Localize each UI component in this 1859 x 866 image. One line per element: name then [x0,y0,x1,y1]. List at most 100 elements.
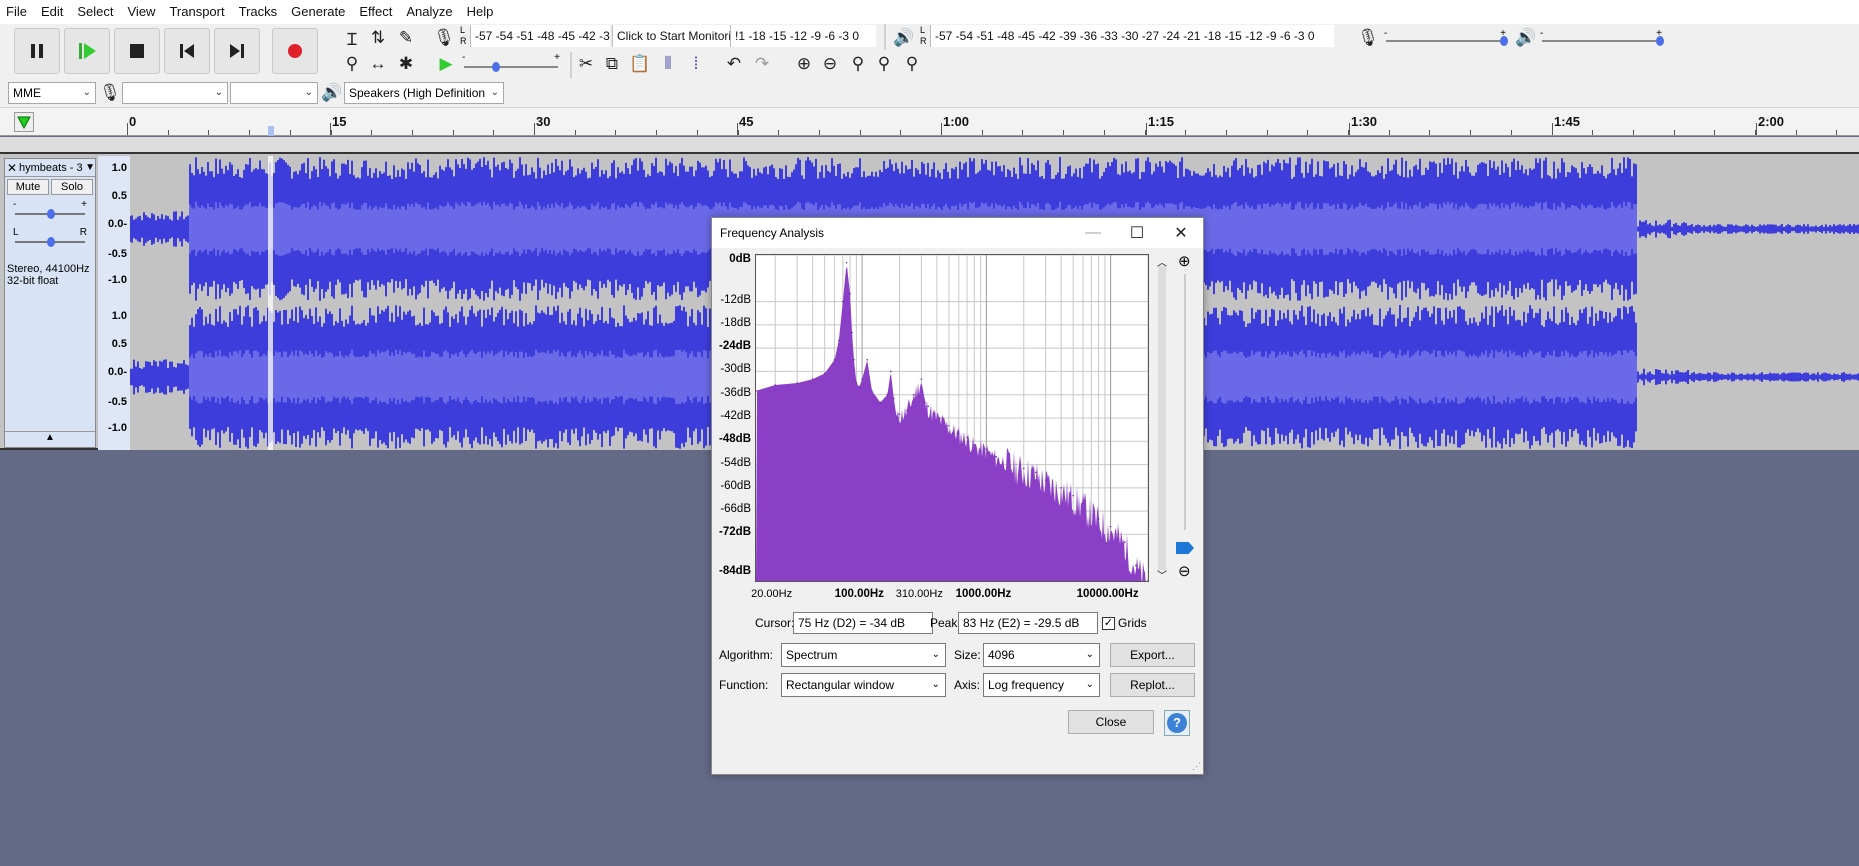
slider-thumb[interactable] [492,62,500,72]
pan-slider[interactable]: L R [5,227,95,251]
spectrum-point [938,417,941,419]
stop-button[interactable] [114,28,160,74]
zoom-in-button[interactable]: ⊕ [792,52,816,76]
record-volume-slider[interactable]: - + [1384,28,1508,50]
channels-select[interactable]: ⌄ [230,82,318,104]
record-meter-tail[interactable]: !1 -18 -15 -12 -9 -6 -3 0 [730,25,876,47]
envelope-tool[interactable]: ⇅ [366,26,390,50]
redo-button[interactable]: ↷ [750,52,774,76]
fit-selection-button[interactable]: ⚲ [846,52,870,76]
copy-button[interactable]: ⧉ [600,52,624,76]
export-button[interactable]: Export... [1110,643,1195,667]
play-at-speed-button[interactable]: ▶ [434,52,458,76]
help-button[interactable]: ? [1164,710,1190,736]
playback-volume-slider[interactable]: - + [1540,28,1664,50]
resize-grip-icon[interactable]: ⋰ [1192,761,1201,772]
playback-meter[interactable]: -57 -54 -51 -48 -45 -42 -39 -36 -33 -30 … [930,25,1334,47]
menu-tracks[interactable]: Tracks [233,0,286,24]
selection-region[interactable] [268,156,273,450]
pan-left: L [13,227,19,238]
play-head-button[interactable] [14,112,34,135]
grids-checkbox[interactable]: ✓ [1102,617,1115,630]
menu-file[interactable]: File [0,0,35,24]
menu-effect[interactable]: Effect [353,0,400,24]
mute-button[interactable]: Mute [7,179,49,195]
channel-l: L [460,25,466,35]
selection-tool[interactable]: Ɪ [340,26,364,50]
slider-thumb[interactable] [1500,36,1508,46]
menu-analyze[interactable]: Analyze [400,0,460,24]
menu-view[interactable]: View [122,0,164,24]
time-minor-tick [1470,130,1472,135]
play-button[interactable] [64,28,110,74]
scroll-down-icon[interactable]: ﹀ [1155,567,1169,582]
checkmark-icon: ✓ [1103,617,1114,629]
trim-button[interactable]: ⦀ [656,52,680,76]
time-shift-tool[interactable]: ↔ [366,52,390,76]
axis-select[interactable]: Log frequency ⌄ [983,673,1100,697]
pause-button[interactable] [14,28,60,74]
chevron-down-icon: ⌄ [931,649,940,660]
replot-button[interactable]: Replot... [1110,673,1195,697]
close-track-icon[interactable]: ✕ [5,161,19,175]
playback-meter-button[interactable]: 🔊 [892,26,916,50]
audio-host-value: MME [13,86,41,100]
multi-tool[interactable]: ✱ [394,52,418,76]
function-select[interactable]: Rectangular window ⌄ [781,673,946,697]
slider-thumb[interactable] [1656,36,1664,46]
fit-project-button[interactable]: ⚲ [872,52,896,76]
monitor-prompt[interactable]: Click to Start Monitoring [612,25,730,47]
spectrum-point [851,331,853,334]
undo-button[interactable]: ↶ [722,52,746,76]
timeline-ruler[interactable]: 0 15 30 45 1:00 1:15 1:30 1:45 2:00 [0,108,1859,136]
record-meter-button[interactable]: 🎙 [432,26,456,50]
audio-host-select[interactable]: MME ⌄ [8,82,96,104]
draw-tool[interactable]: ✎ [394,26,418,50]
menu-generate[interactable]: Generate [285,0,353,24]
record-meter[interactable]: -57 -54 -51 -48 -45 -42 -3 [470,25,610,47]
record-device-select[interactable]: ⌄ [122,82,228,104]
spectrum-plot[interactable] [755,254,1149,582]
track-name-button[interactable]: hymbeats - 3 [19,162,85,174]
slider-thumb[interactable] [47,209,55,219]
skip-end-button[interactable] [214,28,260,74]
close-button[interactable]: Close [1068,710,1154,734]
silence-button[interactable]: ⦙ [684,52,708,76]
gain-slider[interactable]: - + [5,199,95,223]
zoom-out-icon[interactable]: ⊖ [1178,562,1191,580]
size-select[interactable]: 4096 ⌄ [983,643,1100,667]
time-minor-tick [737,130,739,135]
peak-value-field: 83 Hz (E2) = -29.5 dB [958,612,1098,634]
zoom-out-button[interactable]: ⊖ [818,52,842,76]
solo-button[interactable]: Solo [51,179,93,195]
play-speed-slider[interactable]: - + [462,52,562,74]
track-menu-icon[interactable]: ▼ [85,162,95,173]
close-window-button[interactable]: ✕ [1159,218,1203,248]
plot-scrollbar[interactable]: ︿ ﹀ [1155,254,1169,582]
zoom-slider-thumb[interactable] [1176,542,1194,554]
minimize-button[interactable]: — [1071,218,1115,248]
spectrum-point [756,390,757,392]
spectrum-point [906,409,908,412]
paste-button[interactable]: 📋 [628,52,652,76]
zoom-tool[interactable]: ⚲ [340,52,364,76]
collapse-track-button[interactable]: ▲ [5,431,95,447]
skip-start-button[interactable] [164,28,210,74]
menu-transport[interactable]: Transport [163,0,232,24]
zoom-in-icon[interactable]: ⊕ [1178,252,1191,270]
algorithm-select[interactable]: Spectrum ⌄ [781,643,946,667]
maximize-button[interactable]: ☐ [1115,218,1159,248]
zoom-toggle-button[interactable]: ⚲ [900,52,924,76]
menu-edit[interactable]: Edit [35,0,71,24]
scroll-track[interactable] [1158,266,1166,570]
menu-help[interactable]: Help [461,0,502,24]
zoom-slider-track[interactable] [1184,274,1186,530]
slider-thumb[interactable] [47,237,55,247]
cut-button[interactable]: ✂ [574,52,598,76]
record-button[interactable] [272,28,318,74]
spectrum-point [838,339,840,342]
function-label: Function: [719,678,769,692]
playback-device-select[interactable]: Speakers (High Definition ⌄ [344,82,504,104]
menu-select[interactable]: Select [71,0,121,24]
spectrum-point [1147,580,1148,581]
